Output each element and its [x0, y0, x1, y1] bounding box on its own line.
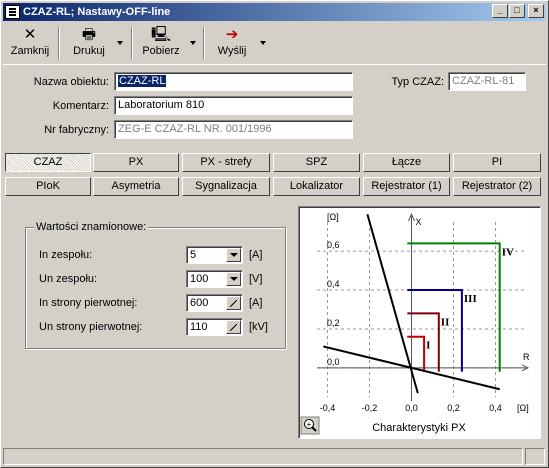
title-bar[interactable]: CZAZ-RL; Nastawy-OFF-line	[3, 3, 546, 21]
object-name-input[interactable]: CZAZ-RL	[114, 72, 353, 91]
chart-panel: -0,4 -0,2 0,0 0,2 0,4 0,0 0,2 0,4 0,6 X R [Ω] [Ω] I II…	[298, 206, 541, 439]
close-window-button[interactable]: ×	[528, 4, 544, 18]
characteristic-line	[366, 213, 419, 394]
x-tick-label: -0,2	[362, 403, 378, 413]
type-input: CZAZ-RL-81	[448, 72, 526, 91]
un-pierwotnej-spinner[interactable]: 110	[186, 318, 243, 336]
tab-lokalizator[interactable]: Lokalizator	[273, 177, 360, 196]
tab-sygnalizacja[interactable]: Sygnalizacja	[182, 177, 270, 196]
fetch-button[interactable]: 🖳 Pobierz	[137, 25, 185, 63]
tab-px-strefy[interactable]: PX - strefy	[182, 153, 270, 172]
chevron-down-icon[interactable]	[226, 248, 241, 262]
un-pierwotnej-unit: [kV]	[249, 321, 268, 333]
close-x-icon: ✕	[23, 26, 37, 43]
x-unit-label: [Ω]	[517, 403, 529, 413]
minimize-button[interactable]: _	[492, 4, 508, 18]
main-window: CZAZ-RL; Nastawy-OFF-line _ □ × ✕ Zamkni…	[0, 0, 549, 468]
tab-asymetria[interactable]: Asymetria	[93, 177, 179, 196]
y-unit-label: [Ω]	[327, 212, 339, 222]
zone-ii	[407, 312, 440, 372]
tab-rejestrator-2[interactable]: Rejestrator (2)	[453, 177, 541, 196]
chart-title: Charakterystyki PX	[372, 422, 466, 434]
px-characteristics-chart: -0,4 -0,2 0,0 0,2 0,40,00,20,40,6XR[Ω][Ω]III…	[300, 212, 530, 435]
download-computer-icon: 🖳	[150, 26, 171, 43]
x-tick-label: 0,0	[405, 403, 418, 413]
serial-input: ZEG-E CZAZ-RL NR. 001/1996	[114, 120, 353, 139]
window-title: CZAZ-RL; Nastawy-OFF-line	[23, 6, 171, 18]
status-panel-main	[3, 448, 523, 465]
print-dropdown-arrow[interactable]	[117, 41, 123, 45]
toolbar: ✕ Zamknij 🖶 Drukuj 🖳 Pobierz ➔ Wyślij	[3, 23, 546, 65]
ratings-group-title: Wartości znamionowe:	[34, 221, 149, 233]
un-pierwotnej-label: Un strony pierwotnej:	[39, 321, 143, 333]
x-tick-label: -0,4	[320, 403, 336, 413]
x-tick-label: 0,2	[447, 403, 460, 413]
status-bar	[3, 447, 546, 466]
fetch-dropdown-arrow[interactable]	[190, 41, 196, 45]
in-pierwotnej-label: In strony pierwotnej:	[39, 297, 138, 309]
toolbar-separator	[131, 27, 133, 59]
in-zespolu-select[interactable]: 5	[186, 246, 243, 264]
tab-spz[interactable]: SPZ	[273, 153, 360, 172]
chevron-down-icon[interactable]	[226, 272, 241, 286]
tab-px[interactable]: PX	[93, 153, 179, 172]
zone-label: III	[464, 293, 477, 305]
tab-rejestrator-1[interactable]: Rejestrator (1)	[363, 177, 450, 196]
serial-label: Nr fabryczny:	[44, 124, 109, 136]
zone-label: IV	[502, 246, 514, 258]
in-pierwotnej-unit: [A]	[249, 297, 263, 309]
un-zespolu-unit: [V]	[249, 273, 263, 285]
type-label: Typ CZAZ:	[391, 76, 444, 88]
x-tick-label: 0,4	[489, 403, 502, 413]
magnifier-plus-sign: +	[307, 420, 312, 429]
y-tick-label: 0,4	[327, 279, 340, 289]
spin-arrows-icon[interactable]	[226, 296, 241, 310]
zone-label: II	[441, 316, 450, 328]
tab-pi[interactable]: PI	[453, 153, 541, 172]
tab-lacze[interactable]: Łącze	[363, 153, 450, 172]
send-arrow-icon: ➔	[225, 26, 239, 43]
comment-label: Komentarz:	[52, 100, 109, 112]
toolbar-separator	[58, 27, 60, 59]
print-button[interactable]: 🖶 Drukuj	[65, 25, 113, 63]
in-zespolu-label: In zespołu:	[39, 249, 93, 261]
y-tick-label: 0,0	[327, 357, 340, 367]
x-axis-label: R	[523, 352, 530, 362]
tab-czaz[interactable]: CZAZ	[5, 153, 91, 172]
send-button[interactable]: ➔ Wyślij	[211, 25, 253, 63]
zone-label: I	[426, 340, 430, 352]
in-pierwotnej-spinner[interactable]: 600	[186, 294, 243, 312]
object-name-label: Nazwa obiektu:	[33, 76, 109, 88]
y-axis-label: X	[416, 217, 422, 227]
un-zespolu-label: Un zespołu:	[39, 273, 98, 285]
send-dropdown-arrow[interactable]	[260, 41, 266, 45]
in-zespolu-unit: [A]	[249, 249, 263, 261]
tab-piok[interactable]: PIoK	[5, 177, 91, 196]
printer-icon: 🖶	[81, 26, 97, 43]
y-tick-label: 0,2	[327, 318, 340, 328]
un-zespolu-select[interactable]: 100	[186, 270, 243, 288]
comment-input[interactable]: Laboratorium 810	[114, 96, 353, 115]
app-icon[interactable]	[5, 5, 20, 19]
spin-arrows-icon[interactable]	[226, 320, 241, 334]
y-tick-label: 0,6	[327, 240, 340, 250]
maximize-button[interactable]: □	[509, 4, 525, 18]
status-panel-resize	[525, 448, 545, 465]
close-button[interactable]: ✕ Zamknij	[7, 25, 53, 63]
toolbar-separator	[203, 27, 205, 59]
